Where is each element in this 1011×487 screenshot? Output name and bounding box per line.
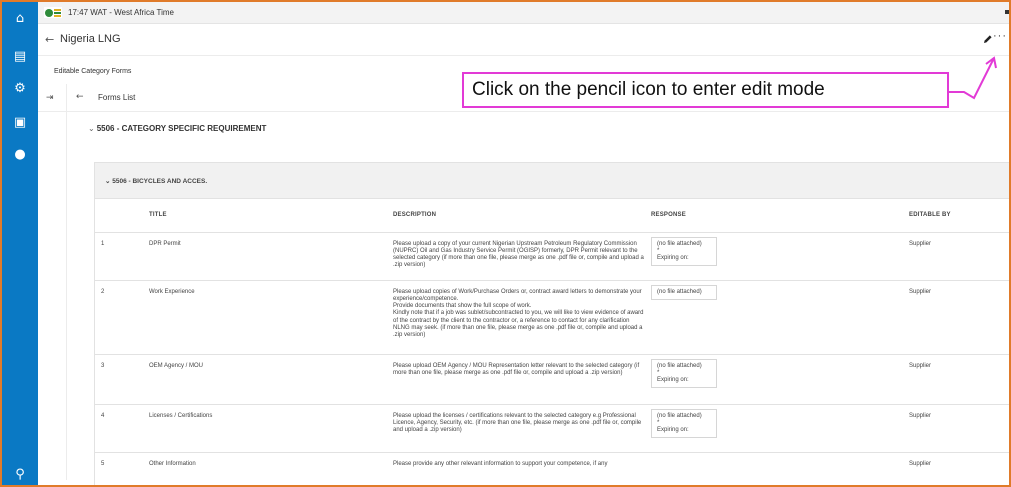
dashboard-icon[interactable]: ▤ — [10, 46, 30, 66]
annotation-arrow-icon — [948, 56, 997, 100]
company-logo — [44, 7, 62, 18]
search-icon[interactable]: ⚲ — [10, 464, 30, 484]
column-header-number — [95, 199, 149, 233]
row-description: Please upload OEM Agency / MOU Represent… — [393, 354, 651, 405]
required-marker: * — [657, 247, 660, 254]
expiry-label: Expiring on: — [657, 254, 689, 261]
row-description: Please upload the licenses / certificati… — [393, 404, 651, 453]
row-editable-by: Supplier — [909, 452, 1009, 485]
more-options-icon[interactable]: ··· — [993, 30, 1007, 42]
attachment-status: (no file attached) — [657, 412, 702, 419]
row-response: (no file attached) — [651, 280, 909, 355]
expiry-label: Expiring on: — [657, 426, 689, 433]
column-header-title: TITLE — [149, 199, 393, 233]
row-editable-by: Supplier — [909, 232, 1009, 281]
attachment-status: (no file attached) — [657, 240, 702, 247]
requirements-table: TITLE DESCRIPTION RESPONSE EDITABLE BY 1… — [95, 199, 1009, 485]
attachment-status: (no file attached) — [657, 288, 702, 295]
panel-divider — [66, 84, 67, 480]
chevron-down-icon: ⌄ — [88, 124, 95, 133]
category-section-title: 5506 - CATEGORY SPECIFIC REQUIREMENT — [96, 124, 267, 133]
row-number: 5 — [95, 452, 149, 485]
collapse-panel-icon[interactable]: ⇥ — [46, 93, 54, 103]
row-response — [651, 452, 909, 485]
table-row[interactable]: 4 Licenses / Certifications Please upload … — [95, 404, 1009, 453]
table-row[interactable]: 1 DPR Permit Please upload a copy of your … — [95, 232, 1009, 281]
app-frame: ⌂ ▤ ⚙ ▣ ● ⚲ 17:47 WAT - West Africa Time… — [0, 0, 1011, 487]
row-number: 3 — [95, 354, 149, 405]
row-editable-by: Supplier — [909, 404, 1009, 453]
row-number: 2 — [95, 280, 149, 355]
annotation-text: Click on the pencil icon to enter edit m… — [472, 79, 825, 100]
subcategory-header[interactable]: ⌄ 5506 - BICYCLES AND ACCES. — [95, 163, 1009, 199]
expiry-label: Expiring on: — [657, 376, 689, 383]
back-arrow-icon[interactable]: ← — [45, 33, 54, 46]
sidebar: ⌂ ▤ ⚙ ▣ ● ⚲ — [2, 2, 38, 485]
top-strip: 17:47 WAT - West Africa Time — [38, 2, 1009, 24]
file-attachment-field[interactable]: (no file attached) * Expiring on: — [651, 408, 717, 438]
row-title: DPR Permit — [149, 232, 393, 281]
timezone-clock: 17:47 WAT - West Africa Time — [68, 8, 174, 17]
corner-indicator-icon — [1005, 10, 1009, 14]
home-icon[interactable]: ⌂ — [10, 8, 30, 28]
row-number: 4 — [95, 404, 149, 453]
file-attachment-field[interactable]: (no file attached) * Expiring on: — [651, 358, 717, 388]
subcategory-title: ⌄ 5506 - BICYCLES AND ACCES. — [105, 178, 208, 185]
row-number: 1 — [95, 232, 149, 281]
row-title: Work Experience — [149, 280, 393, 355]
row-title: Licenses / Certifications — [149, 404, 393, 453]
file-attachment-field[interactable]: (no file attached) — [651, 284, 717, 300]
row-description: Please upload copies of Work/Purchase Or… — [393, 280, 651, 355]
row-title: OEM Agency / MOU — [149, 354, 393, 405]
row-editable-by: Supplier — [909, 354, 1009, 405]
page-title: Nigeria LNG — [60, 33, 121, 45]
table-row[interactable]: 2 Work Experience Please upload copies of … — [95, 280, 1009, 355]
required-marker: * — [657, 419, 660, 426]
breadcrumb: Editable Category Forms — [54, 68, 132, 75]
column-header-response: RESPONSE — [651, 199, 909, 233]
row-response: (no file attached) * Expiring on: — [651, 354, 909, 405]
table-row[interactable]: 5 Other Information Please provide any oth… — [95, 452, 1009, 485]
pencil-icon[interactable] — [983, 34, 993, 44]
table-header-row: TITLE DESCRIPTION RESPONSE EDITABLE BY — [95, 199, 1009, 233]
page-header: ← Nigeria LNG ··· — [38, 24, 1009, 56]
file-attachment-field[interactable]: (no file attached) * Expiring on: — [651, 236, 717, 266]
column-header-description: DESCRIPTION — [393, 199, 651, 233]
annotation-callout: Click on the pencil icon to enter edit m… — [462, 72, 949, 108]
forms-back-arrow-icon[interactable]: ← — [76, 92, 84, 102]
forms-list-label: Forms List — [98, 93, 136, 102]
row-response: (no file attached) * Expiring on: — [651, 404, 909, 453]
column-header-editable-by: EDITABLE BY — [909, 199, 1009, 233]
row-description: Please provide any other relevant inform… — [393, 452, 651, 485]
row-editable-by: Supplier — [909, 280, 1009, 355]
required-marker: * — [657, 369, 660, 376]
table-row[interactable]: 3 OEM Agency / MOU Please upload OEM Agenc… — [95, 354, 1009, 405]
row-title: Other Information — [149, 452, 393, 485]
user-settings-icon[interactable]: ⚙ — [10, 78, 30, 98]
subcategory-panel: ⌄ 5506 - BICYCLES AND ACCES. TITLE DESCR… — [94, 162, 1009, 485]
attachment-status: (no file attached) — [657, 362, 702, 369]
user-icon[interactable]: ● — [10, 144, 30, 164]
row-description: Please upload a copy of your current Nig… — [393, 232, 651, 281]
documents-icon[interactable]: ▣ — [10, 112, 30, 132]
row-response: (no file attached) * Expiring on: — [651, 232, 909, 281]
category-section-header[interactable]: ⌄ 5506 - CATEGORY SPECIFIC REQUIREMENT — [88, 124, 266, 133]
